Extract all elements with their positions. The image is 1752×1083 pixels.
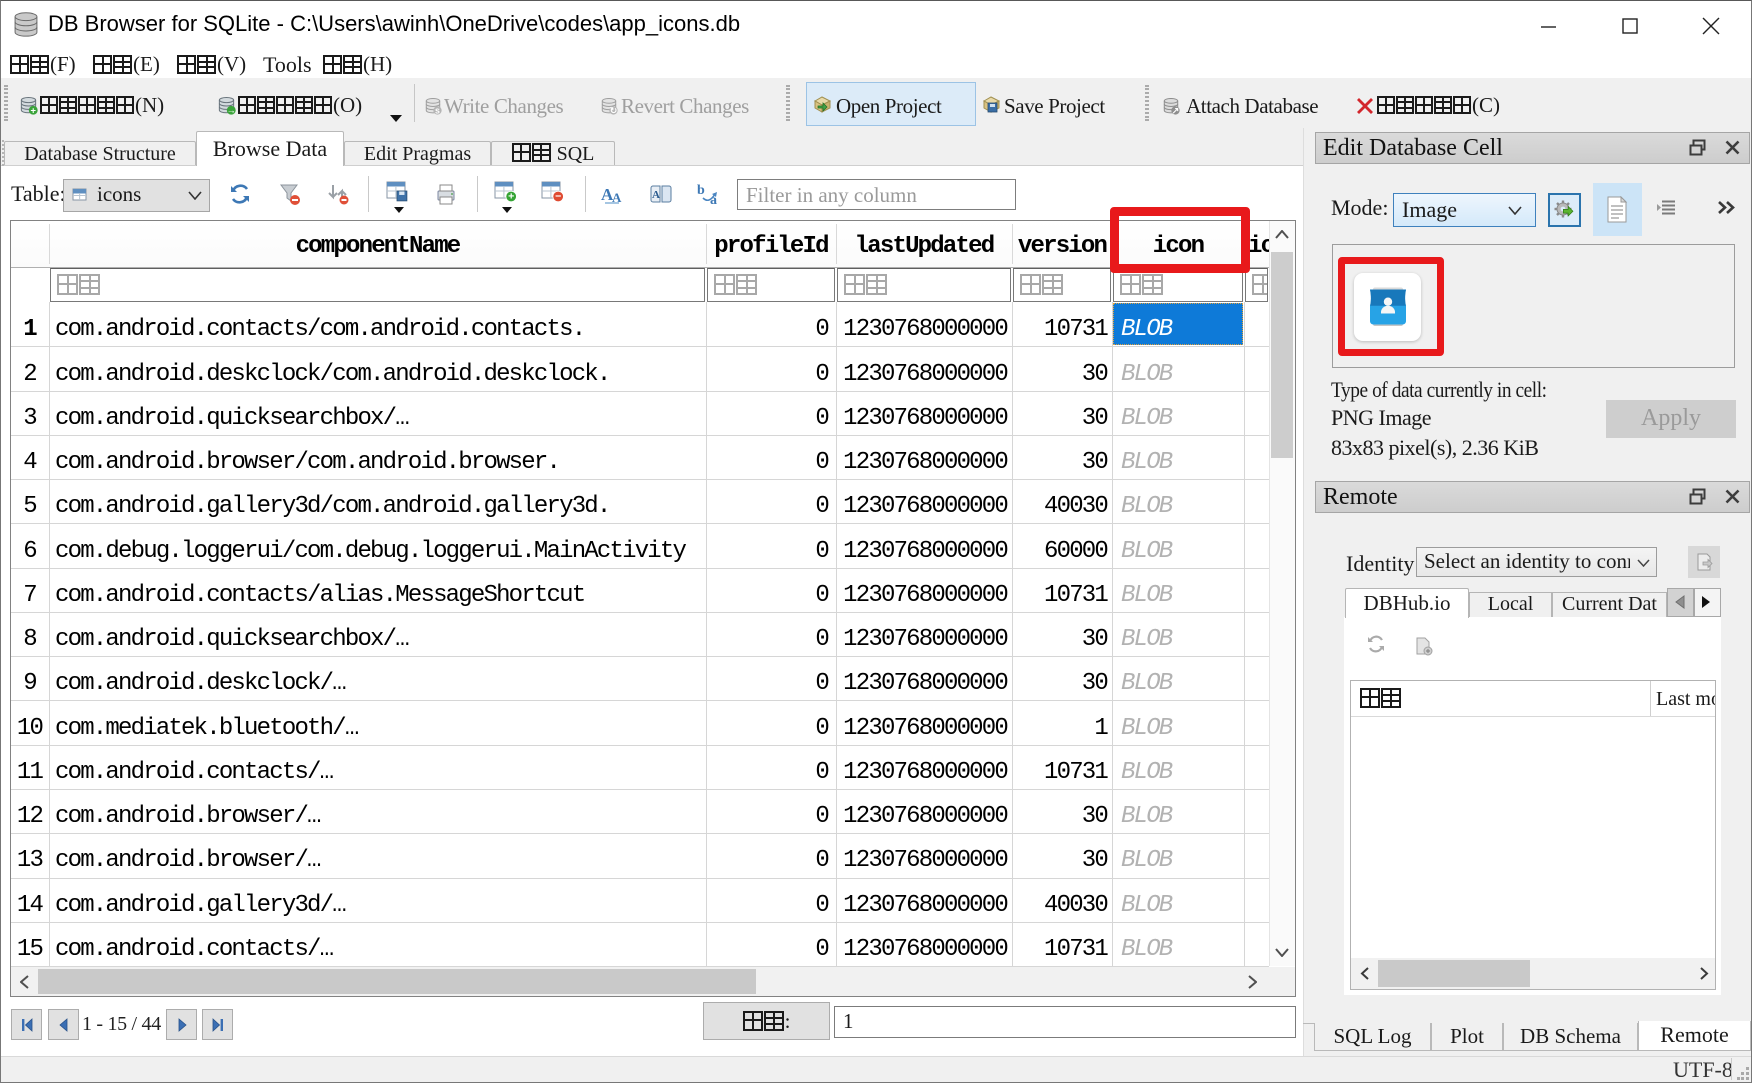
- svg-text:+: +: [31, 105, 37, 115]
- svg-text:A: A: [652, 189, 660, 201]
- svg-text:s: s: [435, 106, 440, 116]
- svg-text:↻: ↻: [610, 106, 617, 116]
- svg-text:+: +: [508, 191, 514, 203]
- svg-text:−: −: [555, 191, 561, 203]
- svg-text:b: b: [697, 183, 705, 198]
- svg-text:↗: ↗: [1172, 106, 1179, 116]
- svg-text:→: →: [227, 105, 236, 115]
